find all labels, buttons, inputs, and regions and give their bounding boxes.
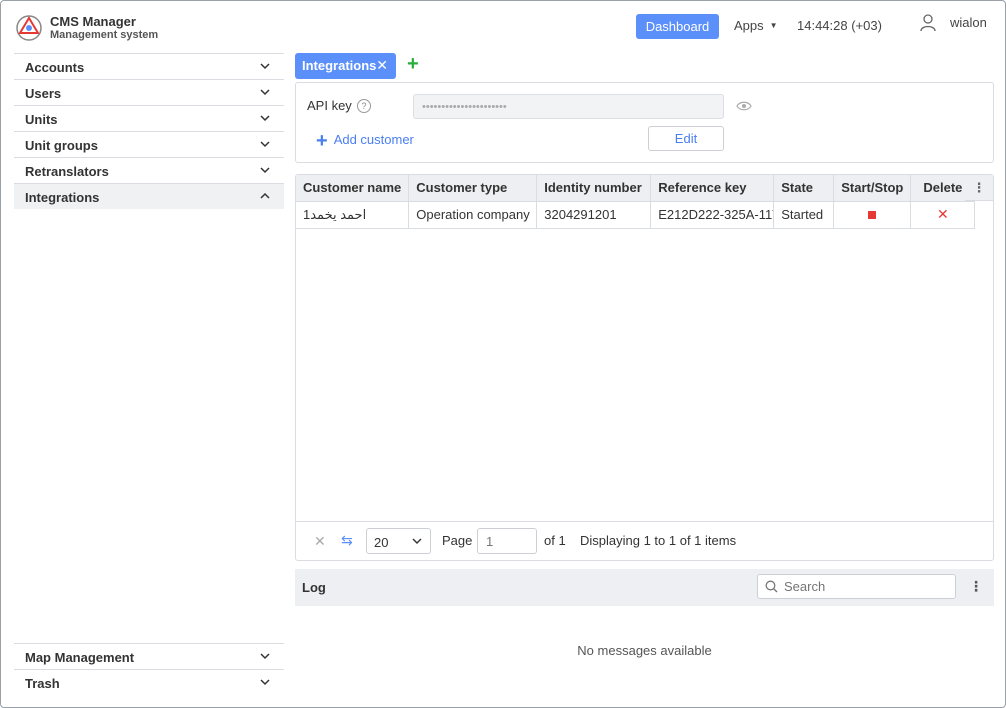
table-row[interactable]: احمد يخمد1 Operation company 3204291201 …	[296, 201, 976, 229]
column-header[interactable]: Reference key	[650, 175, 775, 202]
reference-key-cell: E212D222-325A-11T	[650, 201, 775, 229]
page-number-input[interactable]	[477, 528, 537, 554]
chevron-down-icon	[260, 115, 270, 122]
state-cell: Started	[773, 201, 835, 229]
sidebar-bottom: Map Management Trash	[14, 643, 284, 695]
column-header[interactable]: Start/Stop	[833, 175, 912, 202]
sidebar-item-label: Trash	[25, 676, 60, 691]
app-subtitle: Management system	[50, 29, 159, 41]
identity-number-cell: 3204291201	[536, 201, 652, 229]
log-empty-message: No messages available	[577, 643, 712, 658]
chevron-down-icon	[260, 89, 270, 96]
sidebar-item-retranslators[interactable]: Retranslators	[14, 157, 284, 183]
log-toolbar: Log ⋮	[295, 569, 994, 606]
refresh-icon[interactable]: ⇆	[341, 532, 353, 549]
chevron-down-icon	[260, 679, 270, 686]
dashboard-button[interactable]: Dashboard	[636, 14, 719, 39]
log-search-input[interactable]	[757, 574, 956, 599]
column-header[interactable]: Customer type	[408, 175, 538, 202]
sidebar-item-units[interactable]: Units	[14, 105, 284, 131]
sidebar-item-integrations[interactable]: Integrations	[14, 183, 284, 209]
column-menu-icon[interactable]: ⋮	[965, 175, 993, 201]
chevron-down-icon	[260, 167, 270, 174]
tab-integrations[interactable]: Integrations ✕	[295, 53, 396, 79]
apps-menu[interactable]: Apps ▼	[734, 18, 778, 33]
sidebar-item-users[interactable]: Users	[14, 79, 284, 105]
app-window: CMS Manager Management system Dashboard …	[0, 0, 1006, 708]
tab-label: Integrations	[302, 58, 377, 73]
sidebar: Accounts Users Units Unit groups Retrans…	[14, 53, 284, 209]
display-summary: Displaying 1 to 1 of 1 items	[580, 533, 737, 548]
start-stop-cell	[833, 201, 912, 229]
sidebar-item-accounts[interactable]: Accounts	[14, 53, 284, 79]
sidebar-item-label: Unit groups	[25, 138, 98, 153]
eye-icon[interactable]	[736, 100, 752, 112]
clock: 14:44:28 (+03)	[797, 18, 882, 33]
add-customer-button[interactable]: + Add customer	[316, 130, 414, 153]
api-key-field[interactable]	[413, 94, 724, 119]
page-total: of 1	[544, 533, 566, 548]
sidebar-item-label: Retranslators	[25, 164, 109, 179]
chevron-down-icon	[260, 141, 270, 148]
table-header-row: Customer name Customer type Identity num…	[296, 175, 976, 202]
pager: ✕ ⇆ 20 Page of 1 Displaying 1 to 1 of 1 …	[296, 521, 993, 561]
sidebar-item-unit-groups[interactable]: Unit groups	[14, 131, 284, 157]
api-key-label: API key	[307, 98, 352, 113]
page-size-select[interactable]: 20	[366, 528, 431, 554]
clear-filter-icon[interactable]: ✕	[314, 533, 326, 550]
plus-icon: +	[316, 130, 328, 152]
apps-label: Apps	[734, 18, 764, 33]
customers-table: Customer name Customer type Identity num…	[296, 175, 976, 229]
chevron-up-icon	[260, 192, 270, 199]
edit-button[interactable]: Edit	[648, 126, 724, 151]
user-name[interactable]: wialon	[950, 15, 987, 30]
caret-down-icon: ▼	[769, 21, 778, 30]
column-header[interactable]: Identity number	[536, 175, 652, 202]
app-title: CMS Manager	[50, 14, 136, 29]
customers-grid: Customer name Customer type Identity num…	[295, 174, 994, 561]
sidebar-item-label: Users	[25, 86, 62, 101]
delete-icon[interactable]: ✕	[937, 206, 949, 222]
help-icon[interactable]: ?	[357, 99, 371, 113]
log-menu-icon[interactable]: ⋮	[969, 578, 983, 595]
user-icon[interactable]	[920, 14, 936, 32]
api-panel: API key ? + Add customer Edit	[295, 82, 994, 163]
sidebar-item-map-management[interactable]: Map Management	[14, 643, 284, 669]
delete-cell: ✕	[910, 201, 976, 229]
add-tab-icon[interactable]: +	[407, 54, 419, 74]
customer-type-cell: Operation company	[408, 201, 538, 229]
cms-logo-icon	[16, 15, 42, 41]
chevron-down-icon	[412, 538, 422, 544]
close-icon[interactable]: ✕	[376, 57, 388, 74]
sidebar-item-trash[interactable]: Trash	[14, 669, 284, 695]
customer-name-cell: احمد يخمد1	[296, 201, 410, 229]
sidebar-item-label: Units	[25, 112, 58, 127]
column-header[interactable]: State	[773, 175, 835, 202]
add-customer-label: Add customer	[333, 132, 414, 147]
page-size-value: 20	[374, 535, 389, 550]
stop-icon[interactable]	[868, 211, 877, 219]
page-label: Page	[442, 533, 473, 548]
sidebar-item-label: Accounts	[25, 60, 85, 75]
chevron-down-icon	[260, 63, 270, 70]
log-title: Log	[302, 580, 326, 595]
search-icon	[765, 580, 778, 593]
chevron-down-icon	[260, 653, 270, 660]
column-header[interactable]: Customer name	[296, 175, 410, 202]
sidebar-item-label: Map Management	[25, 650, 135, 665]
sidebar-item-label: Integrations	[25, 190, 100, 205]
